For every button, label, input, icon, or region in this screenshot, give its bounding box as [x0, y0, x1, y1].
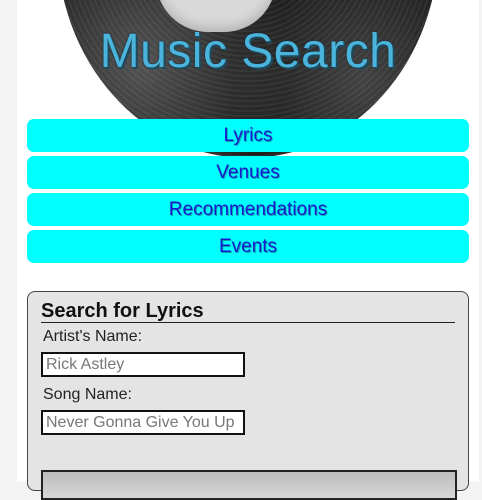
search-submit-button[interactable] — [41, 470, 457, 500]
song-name-label: Song Name: — [43, 386, 132, 403]
lyrics-search-form: Search for Lyrics Artist's Name: Song Na… — [27, 291, 469, 500]
site-title: Music Search — [99, 25, 397, 78]
page-container: Music Search Lyrics Venues Recommendatio… — [17, 0, 479, 500]
nav-events-button[interactable]: Events — [27, 230, 469, 263]
main-nav: Lyrics Venues Recommendations Events — [27, 119, 469, 267]
nav-recommendations-button[interactable]: Recommendations — [27, 193, 469, 226]
nav-venues-button[interactable]: Venues — [27, 156, 469, 189]
song-name-input[interactable] — [41, 410, 245, 435]
nav-lyrics-button[interactable]: Lyrics — [27, 119, 469, 152]
artist-name-input[interactable] — [41, 352, 245, 377]
artist-name-label: Artist's Name: — [43, 328, 143, 345]
form-title: Search for Lyrics — [41, 300, 455, 323]
